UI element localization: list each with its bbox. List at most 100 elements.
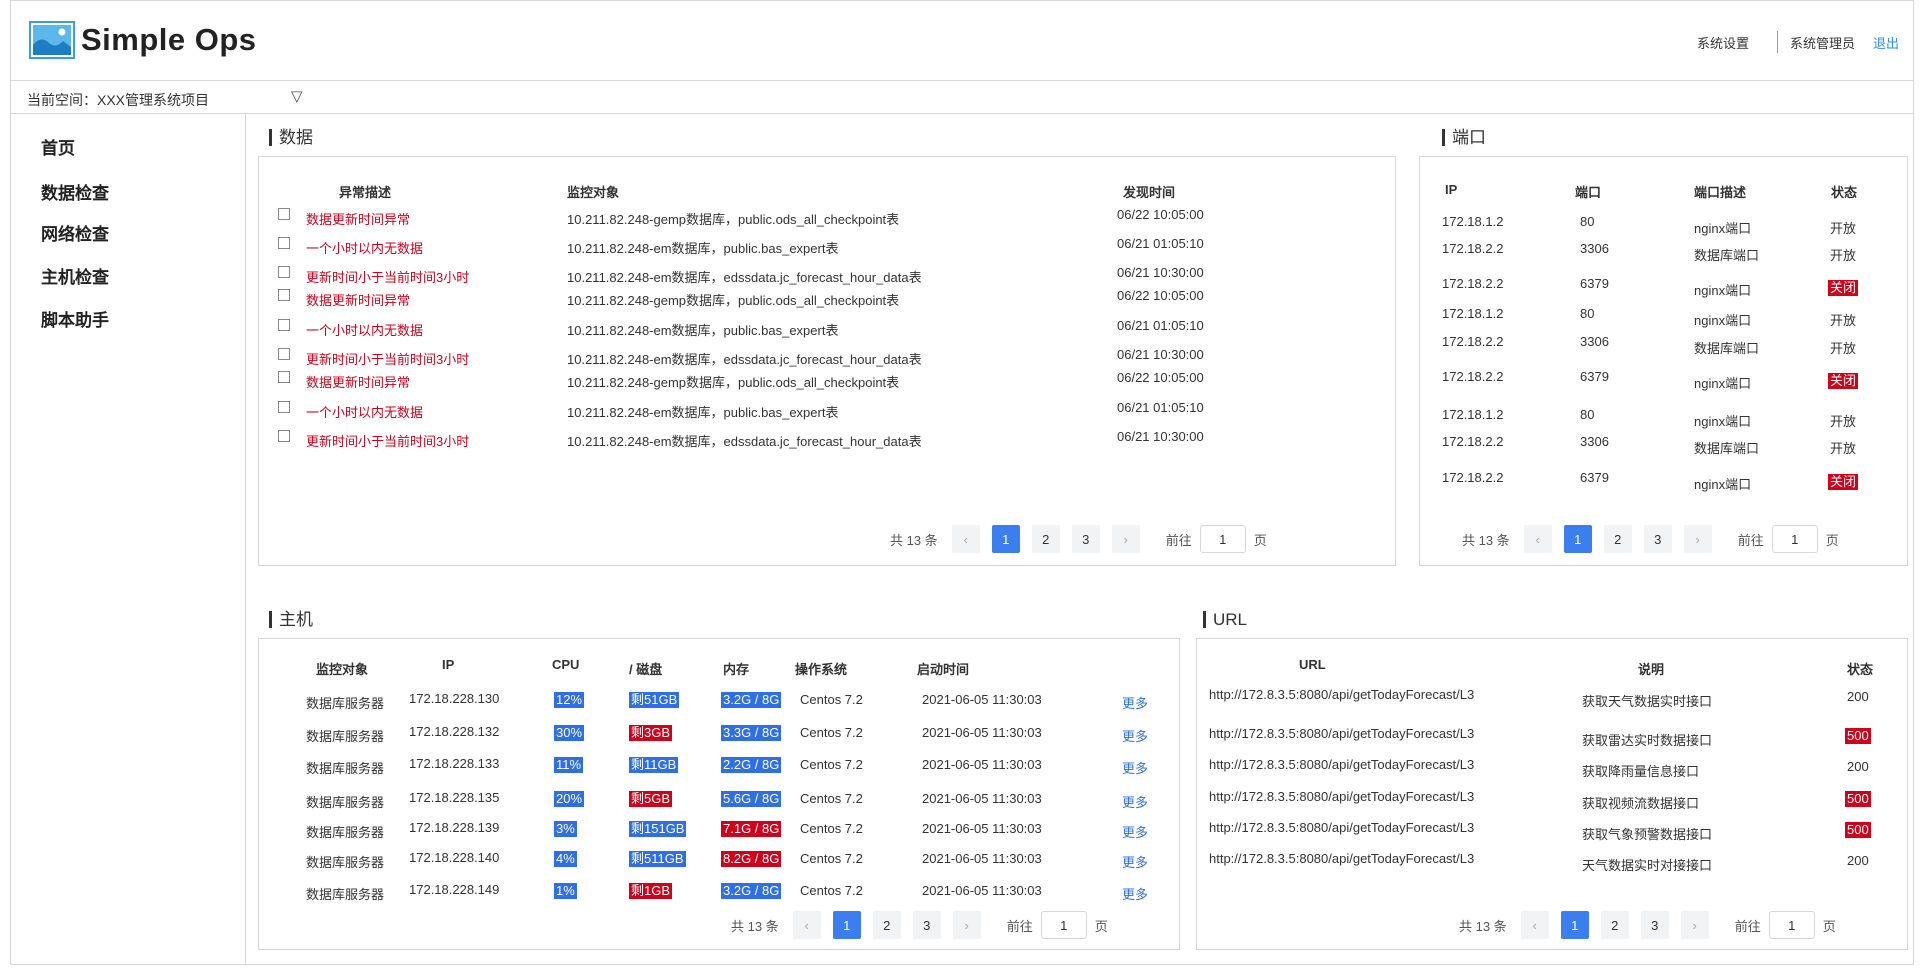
checkbox-icon[interactable] — [278, 319, 290, 331]
page-button-2[interactable]: 2 — [872, 911, 901, 939]
sidebar-item-data-check[interactable]: 数据检查 — [41, 179, 109, 204]
host-target: 数据库服务器 — [306, 761, 385, 776]
api-url: http://172.8.3.5:8080/api/getTodayForeca… — [1209, 820, 1475, 835]
host-ip: 172.18.228.130 — [409, 691, 500, 706]
anomaly-desc: 数据更新时间异常 — [306, 212, 411, 227]
more-link[interactable]: 更多 — [1122, 693, 1148, 712]
disk-free-badge: 剩511GB — [629, 851, 686, 867]
logout-link[interactable]: 退出 — [1873, 33, 1899, 52]
found-time: 06/21 01:05:10 — [1117, 318, 1204, 333]
page-button-1[interactable]: 1 — [991, 525, 1020, 553]
checkbox-icon[interactable] — [278, 348, 290, 360]
chevron-left-icon[interactable]: ‹ — [792, 911, 821, 939]
port-status: 关闭 — [1828, 280, 1859, 296]
checkbox-icon[interactable] — [278, 237, 290, 249]
boot-time: 2021-06-05 11:30:03 — [922, 851, 1042, 866]
caret-down-icon[interactable]: ▽ — [291, 87, 303, 105]
more-link[interactable]: 更多 — [1122, 822, 1148, 841]
chevron-left-icon[interactable]: ‹ — [1520, 911, 1549, 939]
checkbox-icon[interactable] — [278, 371, 290, 383]
disk-free-badge: 剩3GB — [629, 725, 673, 741]
boot-time: 2021-06-05 11:30:03 — [922, 692, 1042, 707]
port-ip: 172.18.2.2 — [1442, 470, 1504, 485]
page-button-1[interactable]: 1 — [1563, 525, 1592, 553]
port-desc: nginx端口 — [1694, 313, 1752, 328]
goto-label: 前往 — [1165, 532, 1192, 548]
chevron-left-icon[interactable]: ‹ — [1523, 525, 1552, 553]
logo[interactable]: Simple Ops — [29, 21, 257, 59]
system-settings-link[interactable]: 系统设置 — [1697, 33, 1749, 52]
host-target: 数据库服务器 — [306, 887, 385, 902]
chevron-right-icon[interactable]: › — [1111, 525, 1140, 553]
found-time: 06/21 10:30:00 — [1117, 429, 1204, 444]
page-button-3[interactable]: 3 — [1643, 525, 1672, 553]
page-button-2[interactable]: 2 — [1600, 911, 1629, 939]
port-ip: 172.18.2.2 — [1442, 369, 1504, 384]
sidebar-item-host-check[interactable]: 主机检查 — [41, 263, 109, 288]
host-target: 数据库服务器 — [306, 855, 385, 870]
page-button-1[interactable]: 1 — [832, 911, 861, 939]
chevron-right-icon[interactable]: › — [952, 911, 981, 939]
page-jump-input[interactable] — [1040, 911, 1087, 939]
more-link[interactable]: 更多 — [1122, 852, 1148, 871]
data-panel: 异常描述 监控对象 发现时间 共 13 条 ‹ 123 › 前往 页 数据更新时间异常 10… — [258, 156, 1396, 566]
disk-free-badge: 剩151GB — [629, 821, 687, 837]
port-desc: nginx端口 — [1694, 221, 1752, 236]
more-link[interactable]: 更多 — [1122, 726, 1148, 745]
url-panel: URL 说明 状态 共 13 条 ‹ 123 › 前往 页 http://172.8.3.… — [1196, 638, 1908, 950]
disk-free-badge: 剩51GB — [629, 692, 680, 708]
page-button-2[interactable]: 2 — [1603, 525, 1632, 553]
page-jump-input[interactable] — [1771, 525, 1818, 553]
page-button-1[interactable]: 1 — [1560, 911, 1589, 939]
port-number: 6379 — [1580, 470, 1609, 485]
found-time: 06/21 01:05:10 — [1117, 400, 1204, 415]
column-header: 端口 — [1575, 185, 1602, 200]
page-button-2[interactable]: 2 — [1031, 525, 1060, 553]
port-section-title: 端口 — [1442, 129, 1486, 146]
memory-usage-badge: 3.2G / 8G — [721, 692, 782, 708]
sidebar-item-home[interactable]: 首页 — [41, 134, 75, 159]
host-os: Centos 7.2 — [800, 725, 863, 740]
host-ip: 172.18.228.132 — [409, 724, 500, 739]
sidebar-item-script-helper[interactable]: 脚本助手 — [41, 306, 109, 331]
more-link[interactable]: 更多 — [1122, 792, 1148, 811]
page-button-3[interactable]: 3 — [912, 911, 941, 939]
cpu-usage-badge: 12% — [554, 692, 585, 708]
top-right-menu: 系统设置 系统管理员 退出 — [1697, 31, 1899, 53]
host-ip: 172.18.228.133 — [409, 756, 500, 771]
more-link[interactable]: 更多 — [1122, 758, 1148, 777]
anomaly-desc: 数据更新时间异常 — [306, 293, 411, 308]
app-title: Simple Ops — [81, 22, 257, 57]
monitor-target: 10.211.82.248-em数据库，edssdata.jc_forecast… — [567, 270, 922, 285]
column-header: 异常描述 — [339, 185, 392, 200]
page-jump-input[interactable] — [1768, 911, 1815, 939]
column-header: 说明 — [1638, 662, 1665, 677]
checkbox-icon[interactable] — [278, 401, 290, 413]
api-desc: 获取天气数据实时接口 — [1582, 694, 1713, 709]
page-button-3[interactable]: 3 — [1640, 911, 1669, 939]
page-suffix: 页 — [1094, 918, 1108, 934]
cpu-usage-badge: 20% — [554, 791, 585, 807]
port-number: 6379 — [1580, 369, 1609, 384]
chevron-right-icon[interactable]: › — [1680, 911, 1709, 939]
host-os: Centos 7.2 — [800, 757, 863, 772]
page-suffix: 页 — [1822, 918, 1836, 934]
pagination: 共 13 条 ‹ 123 › 前往 页 — [890, 525, 1267, 553]
current-user[interactable]: 系统管理员 — [1790, 33, 1855, 52]
page-button-3[interactable]: 3 — [1071, 525, 1100, 553]
chevron-left-icon[interactable]: ‹ — [951, 525, 980, 553]
more-link[interactable]: 更多 — [1122, 884, 1148, 903]
cpu-usage-badge: 1% — [554, 883, 577, 899]
port-ip: 172.18.1.2 — [1442, 306, 1504, 321]
page-jump-input[interactable] — [1199, 525, 1246, 553]
chevron-right-icon[interactable]: › — [1683, 525, 1712, 553]
api-status: 500 — [1845, 822, 1871, 838]
sidebar-item-network-check[interactable]: 网络检查 — [41, 220, 109, 245]
checkbox-icon[interactable] — [278, 266, 290, 278]
checkbox-icon[interactable] — [278, 208, 290, 220]
pagination-total: 共 13 条 — [731, 918, 779, 934]
checkbox-icon[interactable] — [278, 289, 290, 301]
checkbox-icon[interactable] — [278, 430, 290, 442]
found-time: 06/22 10:05:00 — [1117, 288, 1204, 303]
api-url: http://172.8.3.5:8080/api/getTodayForeca… — [1209, 687, 1475, 702]
